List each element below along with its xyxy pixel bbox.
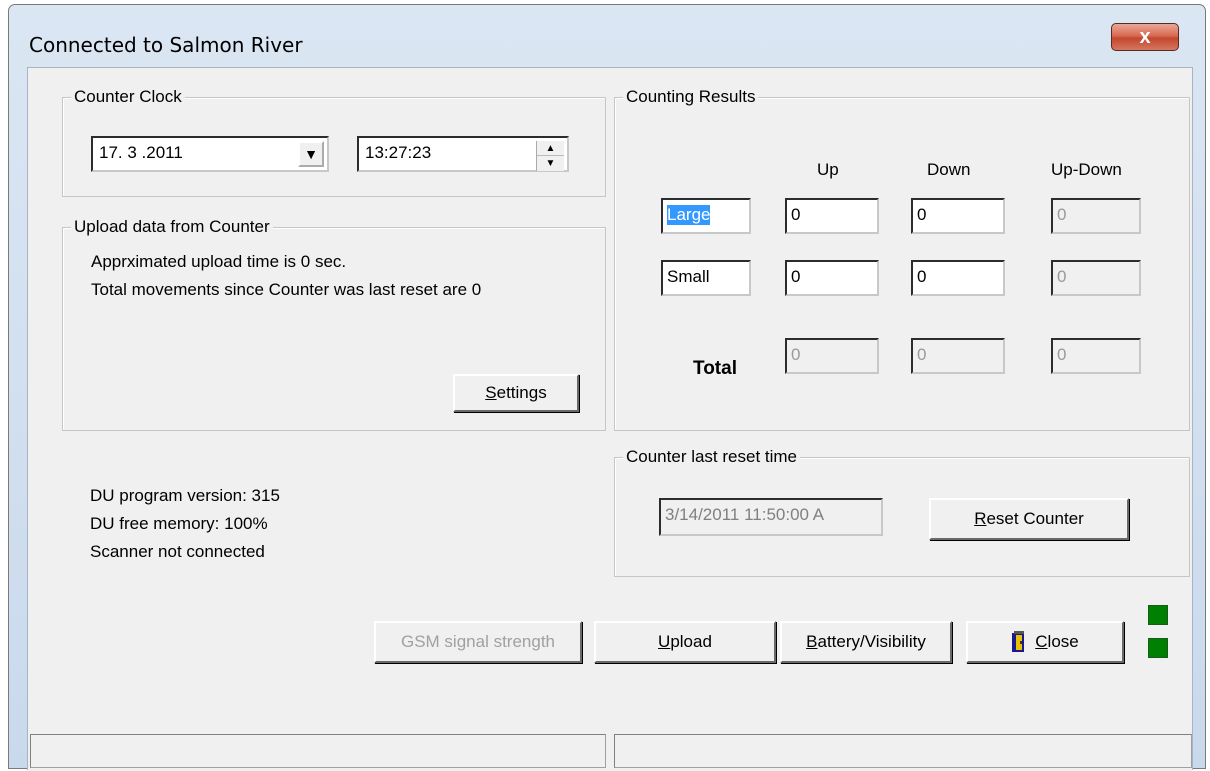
small-up-field[interactable]: 0 [785, 260, 879, 296]
counting-results-title: Counting Results [623, 87, 759, 107]
settings-button[interactable]: Settings [453, 374, 579, 412]
status-led-bottom [1148, 638, 1168, 658]
close-label: lose [1047, 632, 1079, 651]
upload-group: Upload data from Counter Apprximated upl… [62, 217, 606, 431]
upload-mnemonic: U [658, 632, 671, 651]
free-memory-text: DU free memory: 100% [90, 514, 268, 533]
battery-label: attery/Visibility [817, 632, 926, 651]
counting-results-group: Counting Results Up Down Up-Down Large 0… [614, 87, 1190, 431]
status-bar [28, 730, 1192, 771]
date-value: 17. 3 .2011 [99, 143, 183, 162]
large-label-field[interactable]: Large [661, 198, 751, 234]
last-reset-time-field: 3/14/2011 11:50:00 A [659, 498, 883, 536]
spin-down-icon[interactable]: ▼ [537, 156, 564, 171]
status-pane-left [30, 734, 606, 768]
time-value: 13:27:23 [365, 143, 432, 162]
scanner-status-text: Scanner not connected [90, 542, 265, 561]
time-spinner[interactable]: ▲ ▼ [536, 141, 564, 171]
window-title: Connected to Salmon River [29, 33, 303, 57]
window-close-button[interactable]: x [1111, 23, 1179, 51]
main-window: Connected to Salmon River x Counter Cloc… [8, 4, 1206, 771]
total-down-field: 0 [911, 338, 1005, 374]
exit-door-icon [1012, 631, 1025, 652]
gsm-signal-button[interactable]: GSM signal strength [374, 621, 582, 663]
total-movements-text: Total movements since Counter was last r… [91, 280, 482, 299]
dialog-client-area: Counter Clock 17. 3 .2011 ▼ 13:27:23 ▲ ▼… [27, 67, 1193, 771]
close-button[interactable]: Close [966, 621, 1124, 663]
status-led-top [1148, 605, 1168, 625]
counter-clock-group: Counter Clock 17. 3 .2011 ▼ 13:27:23 ▲ ▼ [62, 87, 606, 197]
large-up-field[interactable]: 0 [785, 198, 879, 234]
total-updown-field: 0 [1051, 338, 1141, 374]
small-down-field[interactable]: 0 [911, 260, 1005, 296]
battery-mnemonic: B [806, 632, 818, 651]
small-label-field[interactable]: Small [661, 260, 751, 296]
settings-mnemonic: S [485, 383, 497, 402]
time-picker[interactable]: 13:27:23 ▲ ▼ [357, 136, 569, 172]
header-up-down: Up-Down [1051, 160, 1122, 179]
battery-visibility-button[interactable]: Battery/Visibility [780, 621, 952, 663]
close-mnemonic: C [1035, 632, 1048, 651]
reset-mnemonic: R [974, 509, 987, 528]
date-picker[interactable]: 17. 3 .2011 ▼ [91, 136, 329, 172]
header-down: Down [927, 160, 971, 179]
total-up-field: 0 [785, 338, 879, 374]
chevron-down-icon[interactable]: ▼ [298, 141, 324, 167]
spin-up-icon[interactable]: ▲ [537, 141, 564, 156]
large-updown-field: 0 [1051, 198, 1141, 234]
upload-time-text: Apprximated upload time is 0 sec. [91, 252, 347, 271]
reset-counter-button[interactable]: Reset Counter [929, 498, 1129, 540]
status-pane-right [614, 734, 1192, 768]
reset-counter-label: eset Counter [986, 509, 1084, 528]
counter-clock-title: Counter Clock [71, 87, 185, 107]
reset-group-title: Counter last reset time [623, 447, 801, 467]
small-updown-field: 0 [1051, 260, 1141, 296]
total-label: Total [693, 358, 737, 379]
reset-group: Counter last reset time 3/14/2011 11:50:… [614, 447, 1190, 577]
program-version-text: DU program version: 315 [90, 486, 280, 505]
header-up: Up [817, 160, 839, 179]
upload-button[interactable]: Upload [594, 621, 776, 663]
settings-label: ettings [496, 383, 547, 402]
upload-group-title: Upload data from Counter [71, 217, 273, 237]
large-down-field[interactable]: 0 [911, 198, 1005, 234]
upload-label: pload [670, 632, 712, 651]
